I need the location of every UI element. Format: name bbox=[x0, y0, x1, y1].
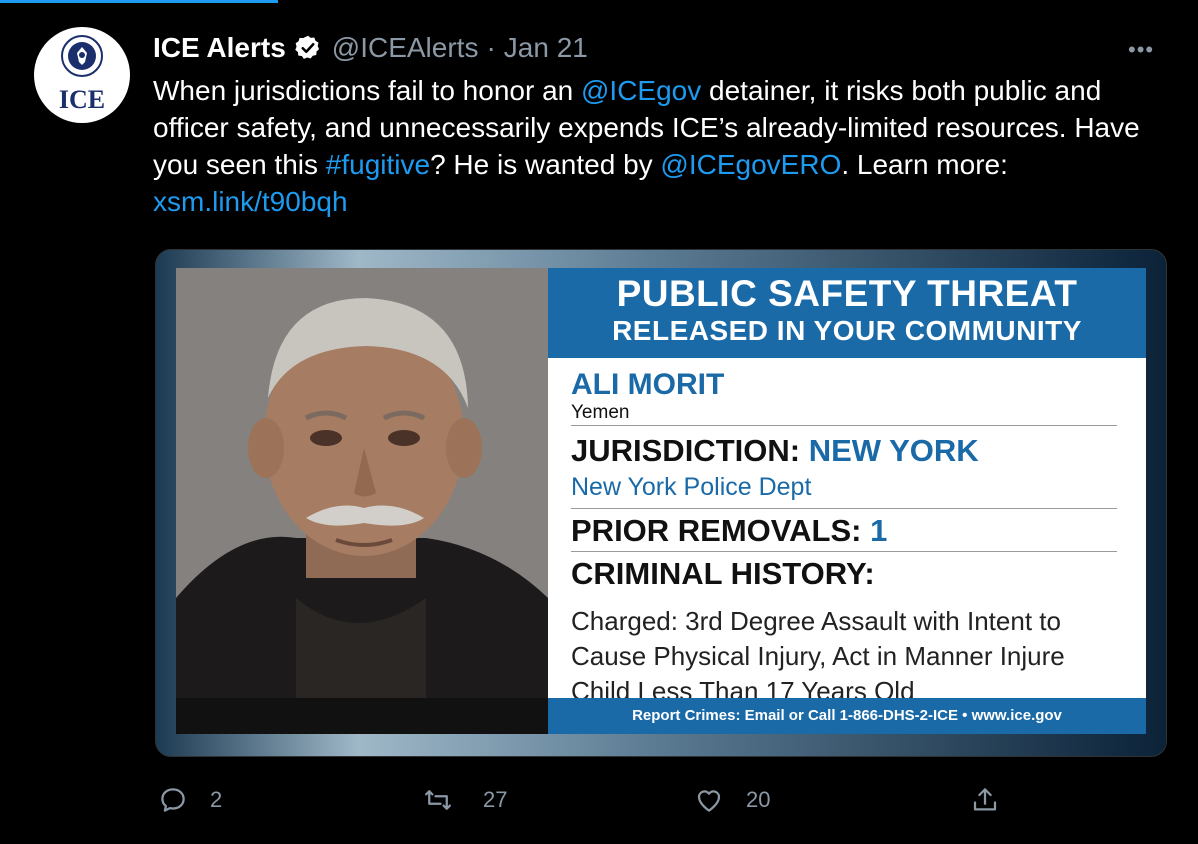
avatar[interactable]: ICE bbox=[34, 27, 130, 123]
criminal-history-label: CRIMINAL HISTORY: bbox=[571, 556, 875, 591]
avatar-text: ICE bbox=[58, 85, 106, 114]
active-tab-indicator bbox=[0, 0, 278, 3]
author-handle[interactable]: @ICEAlerts bbox=[332, 32, 479, 64]
retweet-icon bbox=[425, 790, 451, 810]
tweet-actions: 2 27 20 bbox=[0, 780, 1198, 820]
tweet-header: ICE Alerts @ICEAlerts · Jan 21 bbox=[153, 30, 588, 66]
mention-link-icegov[interactable]: @ICEgov bbox=[581, 75, 701, 106]
photo-footer-strip bbox=[176, 698, 548, 734]
police-dept: New York Police Dept bbox=[571, 473, 812, 501]
verified-badge-icon bbox=[295, 35, 319, 59]
prior-removals-row: PRIOR REMOVALS: 1 bbox=[571, 513, 887, 549]
more-icon[interactable]: ••• bbox=[1128, 37, 1154, 63]
like-button[interactable]: 20 bbox=[694, 780, 770, 820]
hashtag-link-fugitive[interactable]: #fugitive bbox=[326, 149, 430, 180]
charges-text: Charged: 3rd Degree Assault with Intent … bbox=[571, 606, 1065, 706]
jurisdiction-value: NEW YORK bbox=[808, 433, 979, 468]
mention-link-icegovero[interactable]: @ICEgovERO bbox=[660, 149, 841, 180]
jurisdiction-label: JURISDICTION: bbox=[571, 433, 801, 468]
dhs-seal-icon bbox=[61, 35, 103, 77]
like-count: 20 bbox=[746, 787, 771, 812]
tweet-date[interactable]: Jan 21 bbox=[504, 32, 588, 64]
person-country: Yemen bbox=[571, 402, 630, 423]
share-icon bbox=[973, 788, 997, 811]
retweet-button[interactable]: 27 bbox=[423, 780, 507, 820]
retweet-count: 27 bbox=[483, 787, 508, 812]
poster-footer: Report Crimes: Email or Call 1-866-DHS-2… bbox=[548, 698, 1146, 734]
prior-removals-label: PRIOR REMOVALS: bbox=[571, 513, 862, 548]
url-link[interactable]: xsm.link/t90bqh bbox=[153, 186, 348, 217]
reply-icon bbox=[161, 788, 185, 812]
share-button[interactable] bbox=[970, 780, 1000, 820]
divider bbox=[571, 551, 1117, 552]
author-name[interactable]: ICE Alerts bbox=[153, 32, 286, 64]
portrait-illustration bbox=[176, 268, 548, 698]
tweet-text-part: . Learn more: bbox=[841, 149, 1008, 180]
tweet-text-part: ? He is wanted by bbox=[430, 149, 661, 180]
banner-title: PUBLIC SAFETY THREAT bbox=[616, 273, 1078, 314]
poster-banner: PUBLIC SAFETY THREAT RELEASED IN YOUR CO… bbox=[548, 268, 1146, 358]
media-card[interactable]: PUBLIC SAFETY THREAT RELEASED IN YOUR CO… bbox=[155, 249, 1167, 757]
poster-info-panel: PUBLIC SAFETY THREAT RELEASED IN YOUR CO… bbox=[548, 268, 1146, 734]
divider bbox=[571, 425, 1117, 426]
wanted-poster: PUBLIC SAFETY THREAT RELEASED IN YOUR CO… bbox=[176, 268, 1146, 734]
like-icon bbox=[697, 790, 721, 812]
tweet-text: When jurisdictions fail to honor an @ICE… bbox=[153, 72, 1153, 220]
suspect-photo bbox=[176, 268, 548, 698]
person-name: ALI MORIT bbox=[571, 368, 725, 401]
meta-separator: · bbox=[486, 32, 496, 63]
tweet-text-part: When jurisdictions fail to honor an bbox=[153, 75, 581, 106]
jurisdiction-row: JURISDICTION: NEW YORK bbox=[571, 433, 979, 469]
divider bbox=[571, 508, 1117, 509]
reply-count: 2 bbox=[210, 787, 223, 812]
reply-button[interactable]: 2 bbox=[158, 780, 222, 820]
banner-subtitle: RELEASED IN YOUR COMMUNITY bbox=[612, 315, 1082, 346]
prior-removals-value: 1 bbox=[870, 513, 888, 548]
